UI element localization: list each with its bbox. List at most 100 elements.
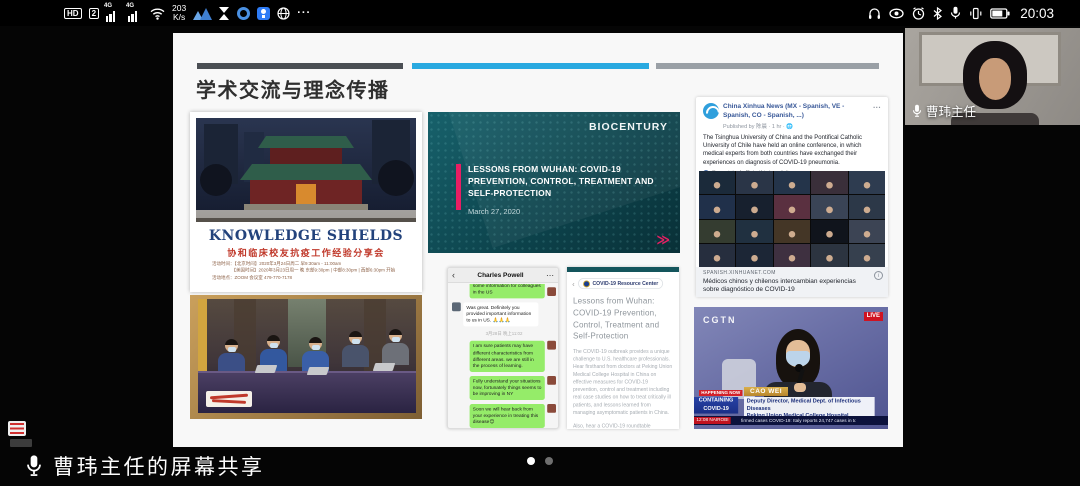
screen-recorder-base	[10, 439, 32, 447]
network-speed: 203K/s	[172, 4, 186, 22]
status-bar: HD 2 4G 4G 203K/s ···	[0, 0, 1080, 26]
chat-contact-name: Charles Powell	[455, 272, 546, 279]
slide-accent-bar-dark	[197, 63, 403, 69]
participant-video-tile[interactable]: 曹玮主任	[905, 28, 1080, 125]
page-dots	[527, 457, 553, 465]
sim2-badge: 2	[89, 8, 99, 19]
page-dot	[527, 457, 535, 465]
globe-icon	[277, 7, 290, 20]
chat-avatar	[452, 303, 461, 312]
participant-grid-tile	[774, 171, 810, 194]
shared-screen-view[interactable]: 学术交流与理念传播	[173, 33, 903, 447]
chat-message: I am sure patients may have different ch…	[452, 341, 556, 372]
slide-accent-bar-gray	[656, 63, 879, 69]
participant-grid-tile	[736, 171, 772, 194]
chat-bubble: I am sure patients may have different ch…	[470, 341, 545, 372]
resource-paragraph-2: Also, hear a COVID-19 roundtable discuss…	[573, 423, 673, 429]
participant-grid-tile	[774, 244, 810, 267]
chat-message: Fully understand your situations now, fo…	[452, 376, 556, 400]
slide-title: 学术交流与理念传播	[196, 74, 390, 103]
participant-grid-tile	[811, 171, 847, 194]
page-dot	[545, 457, 553, 465]
chat-bubble: Soon we will hear back from your experie…	[470, 404, 545, 428]
flyer-time-line-us: 【美国时间】2020年3月23日周一 晚 东部9:30pm | 中部8:30pm…	[212, 268, 409, 275]
microphone-icon	[26, 454, 42, 478]
chat-more-icon: ⋯	[546, 271, 554, 280]
happening-now-badge: HAPPENING NOW	[699, 390, 743, 396]
hd-badge: HD	[64, 8, 82, 19]
participant-grid-tile	[699, 195, 735, 218]
participant-grid-tile	[849, 220, 885, 243]
post-meta: Published by 陈晨 · 1 hr · 🌐	[723, 122, 861, 130]
info-icon: i	[874, 271, 883, 280]
live-badge: LIVE	[864, 312, 883, 321]
resource-top-bar	[567, 267, 679, 272]
program-badge: CONTAINING COVID-19	[694, 397, 738, 414]
participant-grid-tile	[811, 195, 847, 218]
pumc-building-photo	[196, 118, 416, 222]
slide-accent-bar-blue	[412, 63, 649, 69]
headset-icon	[868, 7, 881, 20]
mountain-app-icon	[193, 7, 212, 20]
post-body-text: The Tsinghua University of China and the…	[703, 134, 881, 168]
biocentury-brand: BIOCENTURY	[589, 121, 668, 133]
clock-time: 20:03	[1020, 6, 1054, 21]
vibrate-icon	[969, 7, 982, 20]
chat-messages: some information for colleagues in the U…	[448, 284, 559, 429]
microphone-status-icon	[950, 6, 961, 20]
biocentury-slide: BIOCENTURY LESSONS FROM WUHAN: COVID-19 …	[428, 112, 680, 253]
participant-grid-tile	[736, 220, 772, 243]
eye-icon	[889, 8, 904, 19]
ticker-text: firmed cases COVID-19: Italy reports 24,…	[741, 418, 855, 423]
screen-share-label: 曹玮主任的屏幕共享	[53, 451, 265, 481]
participant-name-label: 曹玮主任	[912, 101, 976, 120]
speaker-name-badge: CAO WEI	[744, 387, 788, 396]
microphone-icon	[912, 104, 922, 118]
link-title: Médicos chinos y chilenos intercambian e…	[703, 278, 871, 295]
participant-grid-tile	[699, 220, 735, 243]
back-icon: ‹	[572, 279, 575, 288]
ticker-time: 12:08 NAIROBI	[694, 417, 731, 424]
circle-app-icon	[237, 7, 250, 20]
covid-resource-center-page: ‹ COVID-19 Resource Center Lessons from …	[567, 267, 679, 429]
chat-message: Was great. Definitely you provided impor…	[452, 303, 556, 327]
resource-center-badge: COVID-19 Resource Center	[578, 278, 663, 289]
wifi-icon	[150, 7, 165, 20]
lightbulb-app-icon	[257, 7, 270, 20]
flyer-details: 活动时间：【北京时间】2020年3月24日周二 早9:30am - 11:00a…	[212, 261, 409, 282]
battery-icon	[990, 8, 1010, 19]
press-conference-photo	[190, 295, 422, 419]
title-accent-bar	[456, 164, 461, 210]
more-notifications-icon: ···	[297, 7, 311, 19]
cgtn-broadcast-frame: CGTN LIVE HAPPENING NOW CAO WEI Deputy D…	[694, 307, 888, 429]
wechat-conversation: ‹ Charles Powell ⋯ some information for …	[447, 267, 559, 429]
post-more-icon: ···	[873, 103, 881, 130]
flyer-location-line: 活动地点：ZOOM 会议室 479-770-7178	[212, 275, 409, 282]
participant-grid-tile	[774, 220, 810, 243]
resource-center-logo	[583, 280, 590, 287]
chat-timestamp: 3月28日 晚上11:02	[452, 331, 556, 337]
participant-grid-tile	[699, 171, 735, 194]
chat-bubble: Fully understand your situations now, fo…	[470, 376, 545, 400]
participant-grid-tile	[849, 195, 885, 218]
chat-avatar	[547, 341, 556, 350]
participant-grid-tile	[699, 244, 735, 267]
link-domain: SPANISH.XINHUANET.COM	[703, 270, 881, 276]
alarm-clock-icon	[912, 7, 925, 20]
chat-bubble: Was great. Definitely you provided impor…	[463, 303, 538, 327]
biocentury-title: LESSONS FROM WUHAN: COVID-19 PREVENTION,…	[468, 164, 670, 200]
news-ticker: 12:08 NAIROBI firmed cases COVID-19: Ita…	[694, 416, 888, 425]
flyer-subtitle: 协和临床校友抗疫工作经验分享会	[190, 246, 422, 259]
xinhua-avatar	[703, 103, 719, 119]
signal-strength-icon: 4G	[106, 10, 121, 22]
bluetooth-icon	[933, 7, 942, 20]
flyer-time-line: 活动时间：【北京时间】2020年3月24日周二 早9:30am - 11:00a…	[212, 261, 409, 268]
resource-title: Lessons from Wuhan: COVID-19 Prevention,…	[573, 296, 673, 343]
chat-avatar	[547, 404, 556, 413]
screen-recorder-icon[interactable]	[8, 421, 26, 436]
participant-grid-tile	[849, 171, 885, 194]
frontline-logo	[206, 391, 252, 407]
post-video-grid	[699, 171, 885, 267]
status-bar-right: 20:03	[868, 0, 1054, 26]
signal-strength-icon-2: 4G	[128, 10, 143, 22]
